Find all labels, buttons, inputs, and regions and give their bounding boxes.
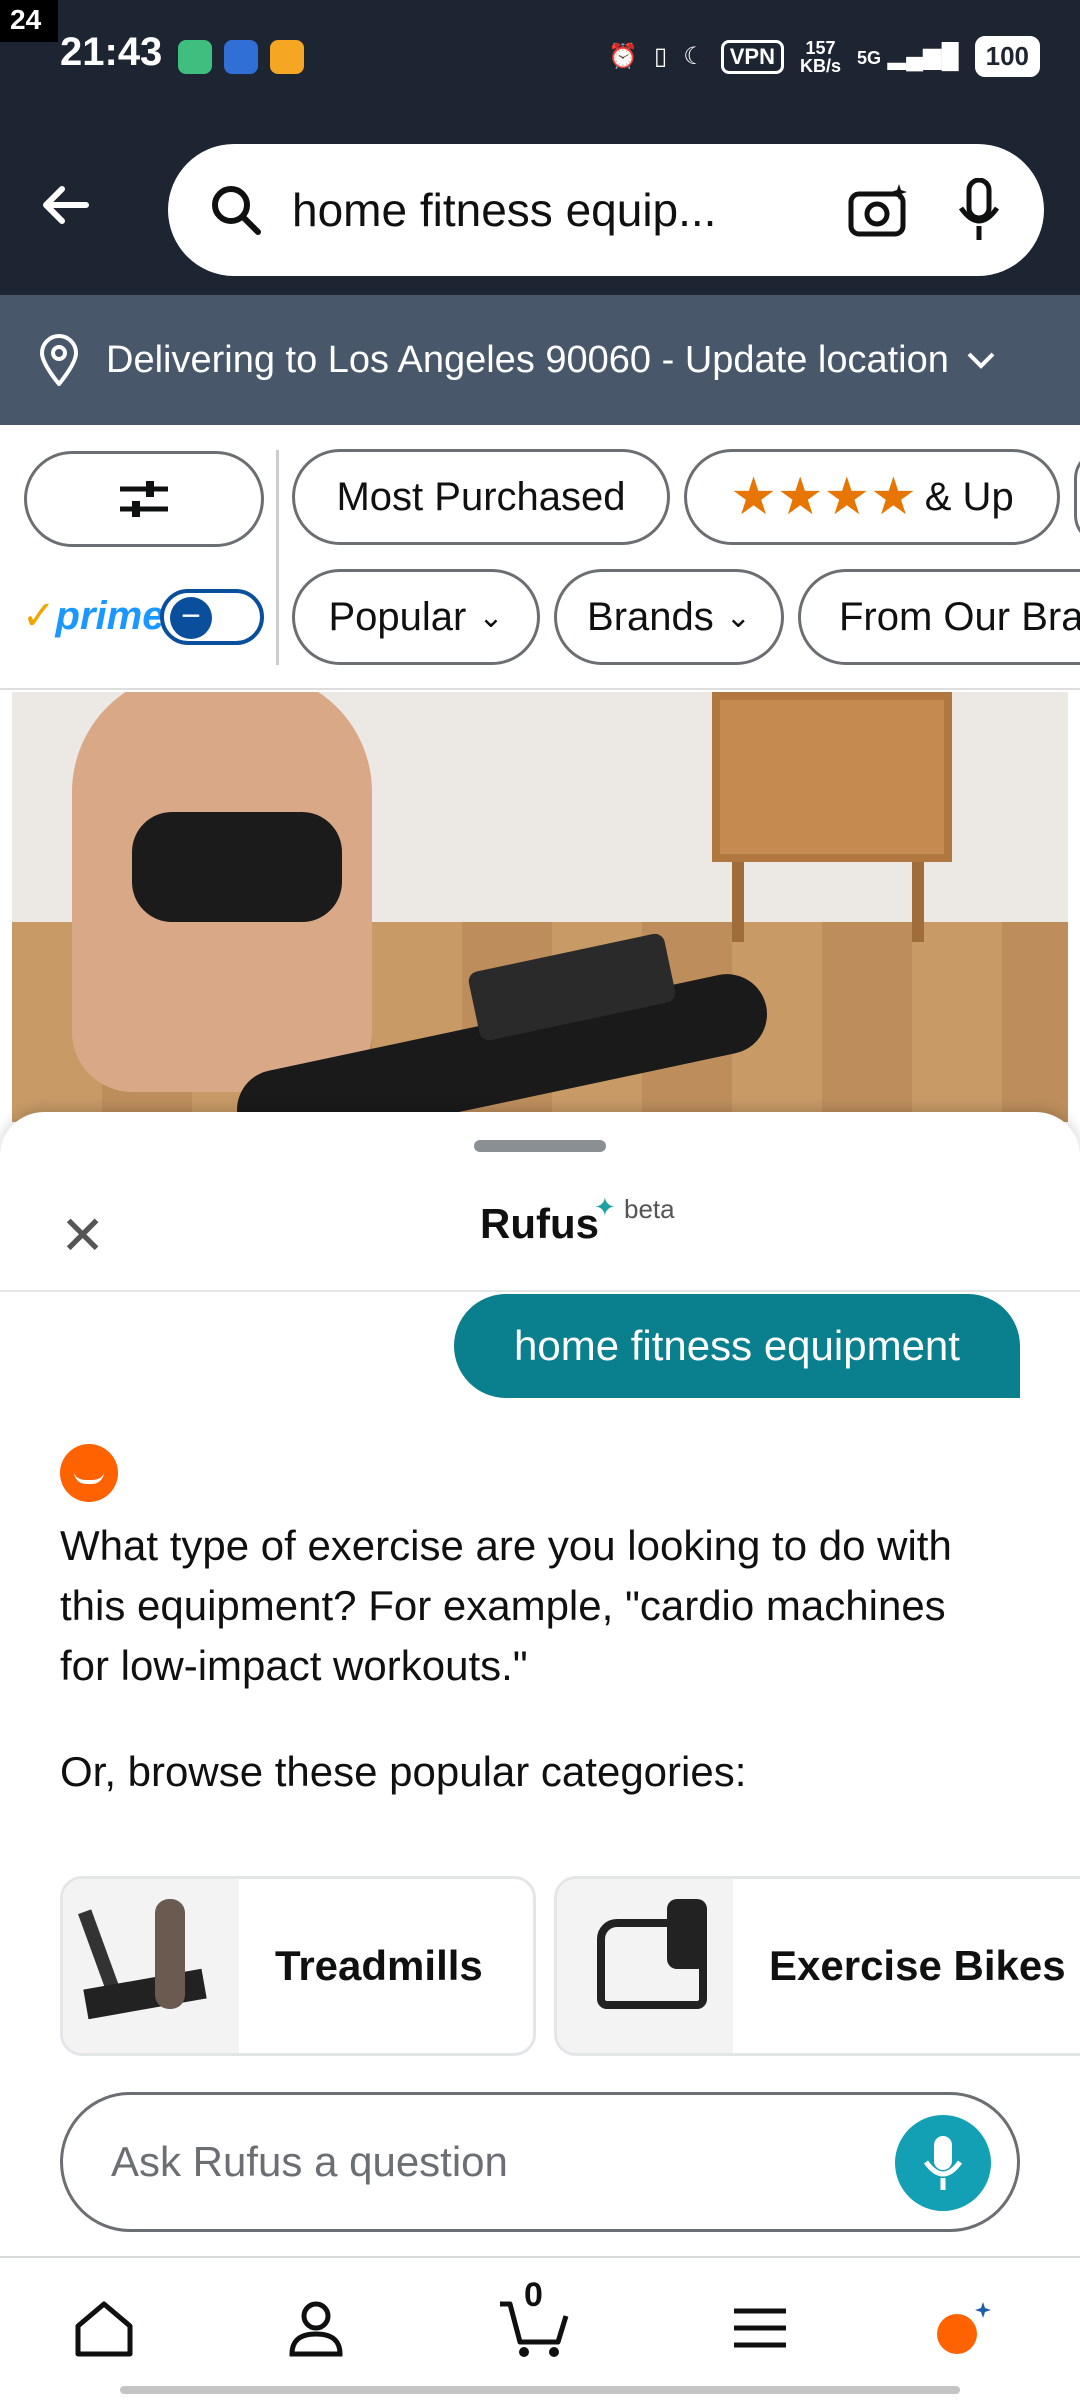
sheet-drag-handle[interactable]: [474, 1140, 606, 1152]
assistant-message: What type of exercise are you looking to…: [60, 1522, 952, 1689]
network-type: 5G: [857, 48, 882, 68]
app-notification-icon: [224, 40, 258, 74]
back-arrow-icon: [43, 186, 89, 224]
gesture-bar: [120, 2386, 960, 2394]
sheet-divider: [0, 1290, 1080, 1292]
rufus-title: Rufus: [480, 1200, 599, 1247]
category-label: Exercise Bikes: [769, 1942, 1066, 1989]
camera-search-button[interactable]: [844, 175, 914, 245]
status-bar: 24 21:43 ⏰ ▯ ☾ VPN 157 KB/s 5G ▂▄▆█ 100: [0, 0, 1080, 120]
nav-home[interactable]: [64, 2288, 144, 2368]
tools-icon: [270, 40, 304, 74]
rating-suffix: & Up: [924, 474, 1014, 519]
vibrate-icon: ▯: [654, 43, 668, 70]
rufus-icon: [937, 2302, 991, 2354]
nav-cart[interactable]: 0: [494, 2276, 574, 2368]
prime-label: prime: [55, 594, 165, 638]
network-speed: 157 KB/s: [800, 39, 841, 75]
sparkle-icon: ✦: [594, 1192, 616, 1222]
status-corner-badge: 24: [0, 0, 58, 42]
beta-badge: beta: [624, 1194, 675, 1224]
app-notification-icon: [178, 40, 212, 74]
cart-count-badge: 0: [524, 2276, 543, 2314]
filter-settings-button[interactable]: [24, 451, 264, 547]
rufus-panel: ✕ Rufus ✦ beta home fitness equipment Wh…: [0, 1112, 1080, 2400]
close-button[interactable]: ✕: [60, 1204, 105, 1267]
search-bar[interactable]: home fitness equip...: [168, 144, 1044, 276]
camera-icon: [848, 184, 907, 237]
voice-input-button[interactable]: [895, 2115, 991, 2211]
image-shorts: [132, 812, 342, 922]
image-cabinet-leg: [912, 862, 924, 942]
filter-divider: [276, 450, 279, 665]
image-cabinet: [712, 692, 952, 862]
ask-rufus-placeholder: Ask Rufus a question: [111, 2138, 508, 2185]
category-label: Treadmills: [275, 1942, 483, 1989]
delivery-location-bar[interactable]: Delivering to Los Angeles 90060 - Update…: [0, 295, 1080, 425]
chevron-down-icon: ⌄: [725, 600, 751, 634]
filter-popular[interactable]: Popular ⌄: [292, 569, 540, 665]
filter-rating[interactable]: ★★★★ & Up: [684, 449, 1060, 545]
speed-value: 157: [805, 37, 836, 58]
home-icon: [75, 2301, 133, 2357]
vpn-badge: VPN: [720, 39, 784, 74]
search-header: home fitness equip...: [0, 120, 1080, 295]
user-icon: [289, 2301, 343, 2357]
star-icon: ★★★★: [730, 468, 917, 526]
filter-popular-label: Popular: [328, 594, 467, 639]
toggle-knob-icon: −: [170, 597, 212, 639]
chevron-down-icon: ⌄: [478, 600, 504, 634]
nav-account[interactable]: [276, 2288, 356, 2368]
filter-bar: Most Purchased ★★★★ & Up ✓prime − Popula…: [0, 425, 1080, 690]
bottom-navigation: 0: [0, 2256, 1080, 2400]
prime-check-icon: ✓: [22, 594, 56, 638]
chevron-down-icon: [967, 352, 995, 369]
filter-brands[interactable]: Brands ⌄: [554, 569, 784, 665]
microphone-icon: [923, 2136, 963, 2190]
status-app-icons: [178, 40, 304, 74]
signal-icon: 5G ▂▄▆█: [857, 43, 959, 70]
prime-logo: ✓prime: [22, 593, 164, 639]
category-card-treadmills[interactable]: Treadmills: [60, 1876, 536, 2056]
image-cabinet-leg: [732, 862, 744, 942]
nav-rufus[interactable]: [924, 2288, 1004, 2368]
filter-brands-label: Brands: [587, 594, 714, 639]
treadmill-image: [63, 1879, 239, 2053]
search-icon: [212, 186, 261, 235]
alarm-icon: ⏰: [608, 43, 638, 70]
ask-rufus-input[interactable]: Ask Rufus a question: [60, 2092, 1020, 2232]
search-input[interactable]: home fitness equip...: [292, 183, 814, 237]
battery-indicator: 100: [974, 36, 1040, 77]
moon-icon: ☾: [683, 43, 705, 70]
back-button[interactable]: [36, 175, 96, 235]
rufus-avatar-icon: [60, 1444, 118, 1502]
delivery-location-text[interactable]: Delivering to Los Angeles 90060 - Update…: [106, 339, 949, 382]
status-time: 21:43: [60, 30, 163, 74]
exercise-bike-image: [557, 1879, 733, 2053]
filter-from-our-brands[interactable]: From Our Brands: [798, 569, 1080, 665]
hamburger-menu-icon: [734, 2308, 786, 2348]
voice-search-button[interactable]: [944, 175, 1014, 245]
speed-unit: KB/s: [799, 55, 841, 76]
sliders-icon: [120, 481, 168, 517]
nav-menu[interactable]: [720, 2288, 800, 2368]
status-indicators: ⏰ ▯ ☾ VPN 157 KB/s 5G ▂▄▆█ 100: [608, 36, 1040, 77]
location-pin-icon: [39, 334, 79, 386]
close-icon: ✕: [60, 1206, 106, 1266]
prime-toggle[interactable]: −: [160, 589, 264, 645]
filter-most-purchased[interactable]: Most Purchased: [292, 449, 670, 545]
browse-prompt: Or, browse these popular categories:: [60, 1748, 747, 1795]
filter-pill-overflow[interactable]: [1074, 449, 1080, 545]
user-message-bubble: home fitness equipment: [454, 1294, 1020, 1398]
product-image[interactable]: [12, 692, 1068, 1122]
category-card-exercise-bikes[interactable]: Exercise Bikes: [554, 1876, 1080, 2056]
microphone-icon: [958, 178, 1000, 240]
